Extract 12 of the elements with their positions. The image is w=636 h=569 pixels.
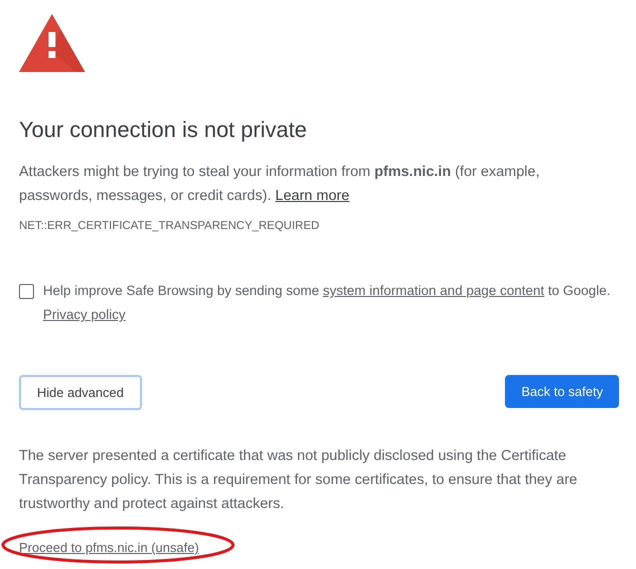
safe-browsing-text: Help improve Safe Browsing by sending some system information and page content to Google. — [43, 282, 610, 300]
secondary-button[interactable]: Hide advanced — [19, 375, 142, 410]
page-heading: Your connection is not private — [19, 116, 308, 144]
details-text: The server presented a certificate that was not publicly disclosed using the Certificate Transparency policy. This is a requirement for some certificates, to ensure that they are trustworthy and protect against attackers. — [19, 447, 578, 514]
warning-message: Attackers might be trying to steal your information from pfms.nic.in (for example, passwords, messages, or credit cards). Learn more — [19, 163, 541, 206]
privacy-policy-link[interactable]: Privacy policy — [43, 305, 126, 325]
checkbox[interactable] — [19, 284, 34, 299]
learn-more-link[interactable]: Learn more — [275, 188, 350, 204]
primary-button[interactable]: Back to safety — [505, 375, 619, 408]
warning-icon — [19, 14, 85, 72]
error-code: NET::ERR_CERTIFICATE_TRANSPARENCY_REQUIRED — [19, 219, 320, 234]
system-information-link[interactable]: system information and page content — [322, 283, 544, 298]
